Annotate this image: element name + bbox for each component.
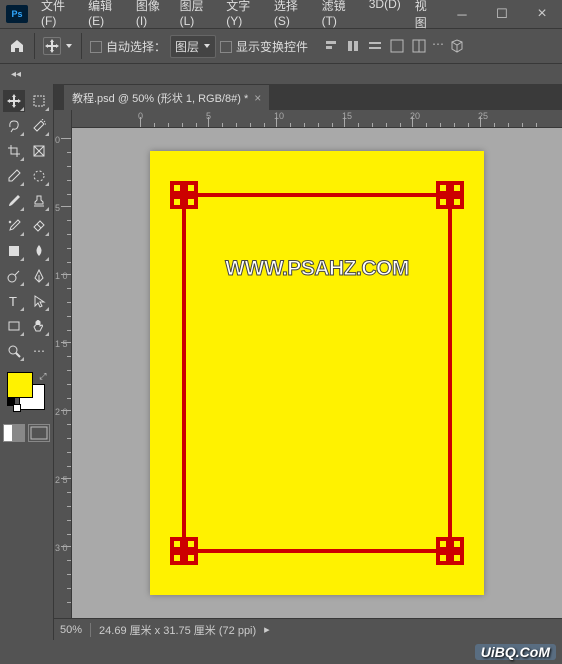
blur-tool[interactable] — [28, 240, 50, 262]
status-arrow-icon[interactable]: ▸ — [264, 623, 270, 636]
edit-toolbar-icon[interactable]: ⋯ — [28, 340, 50, 362]
type-tool[interactable]: T — [3, 290, 25, 312]
maximize-button[interactable]: ☐ — [482, 0, 522, 28]
auto-select-checkbox[interactable]: 自动选择： — [90, 38, 166, 55]
standard-mode[interactable] — [3, 424, 25, 442]
status-bar: 50% 24.69 厘米 x 31.75 厘米 (72 ppi) ▸ — [54, 618, 562, 640]
menu-text[interactable]: 文字(Y) — [219, 0, 267, 37]
auto-select-label: 自动选择： — [106, 40, 166, 54]
move-tool-icon[interactable] — [43, 37, 61, 55]
align-2-icon[interactable] — [344, 37, 362, 55]
menu-filter[interactable]: 滤镜(T) — [315, 0, 362, 37]
path-select-tool[interactable] — [28, 290, 50, 312]
align-1-icon[interactable] — [322, 37, 340, 55]
window-controls: ─ ☐ × — [442, 0, 562, 28]
align-icons: ⋯ — [322, 37, 466, 55]
foreground-color[interactable] — [7, 372, 33, 398]
document: WWW.PSAHZ.COM — [150, 151, 484, 595]
menu-edit[interactable]: 编辑(E) — [81, 0, 129, 37]
show-transform-label: 显示变换控件 — [236, 40, 308, 54]
move-tool[interactable] — [3, 90, 25, 112]
history-brush-tool[interactable] — [3, 215, 25, 237]
hand-tool[interactable] — [28, 315, 50, 337]
tab-close-icon[interactable]: × — [254, 91, 261, 105]
align-3-icon[interactable] — [366, 37, 384, 55]
menu-layer[interactable]: 图层(L) — [173, 0, 220, 37]
document-wrap: 教程.psd @ 50% (形状 1, RGB/8#) * × 05101520… — [54, 84, 562, 640]
ruler-horizontal: 0510152025 — [54, 110, 562, 128]
healing-tool[interactable] — [28, 165, 50, 187]
gradient-tool[interactable] — [3, 240, 25, 262]
panel-collapse-row: ◂◂ — [0, 64, 562, 84]
magic-wand-tool[interactable] — [28, 115, 50, 137]
menu-3d[interactable]: 3D(D) — [362, 0, 408, 37]
dodge-tool[interactable] — [3, 265, 25, 287]
menu-file[interactable]: 文件(F) — [34, 0, 81, 37]
title-bar: Ps 文件(F) 编辑(E) 图像(I) 图层(L) 文字(Y) 选择(S) 滤… — [0, 0, 562, 28]
svg-text:T: T — [9, 294, 17, 308]
select-target-dropdown[interactable]: 图层 — [170, 35, 216, 58]
marquee-tool[interactable] — [28, 90, 50, 112]
eraser-tool[interactable] — [28, 215, 50, 237]
canvas-area: 051 01 52 02 53 0 — [54, 128, 562, 618]
align-5-icon[interactable] — [410, 37, 428, 55]
zoom-level[interactable]: 50% — [60, 624, 82, 636]
document-tab[interactable]: 教程.psd @ 50% (形状 1, RGB/8#) * × — [64, 84, 269, 110]
document-area: T ⋯ ⤢ 教程.psd @ 50% (形状 1, RGB/8#) * × — [0, 84, 562, 640]
collapse-left-icon[interactable]: ◂◂ — [4, 64, 28, 84]
zoom-tool[interactable] — [3, 340, 25, 362]
show-transform-checkbox[interactable]: 显示变换控件 — [220, 38, 308, 55]
select-target-label: 图层 — [175, 38, 199, 55]
swap-colors-icon[interactable]: ⤢ — [39, 371, 46, 382]
ruler-vertical: 051 01 52 02 53 0 — [54, 128, 72, 618]
eyedropper-tool[interactable] — [3, 165, 25, 187]
screen-mode[interactable] — [28, 424, 50, 442]
chevron-down-icon — [203, 42, 211, 50]
ruler-v-scale: 051 01 52 02 53 0 — [54, 128, 71, 618]
home-icon[interactable] — [8, 37, 26, 55]
menu-select[interactable]: 选择(S) — [267, 0, 315, 37]
toolbar: T ⋯ ⤢ — [0, 84, 54, 640]
app-logo: Ps — [6, 5, 28, 23]
ruler-corner — [54, 110, 72, 128]
menu-bar: 文件(F) 编辑(E) 图像(I) 图层(L) 文字(Y) 选择(S) 滤镜(T… — [34, 0, 442, 37]
pen-tool[interactable] — [28, 265, 50, 287]
dropdown-icon[interactable] — [65, 42, 73, 50]
document-text: WWW.PSAHZ.COM — [150, 257, 484, 281]
color-swatches[interactable]: ⤢ — [7, 372, 47, 412]
lasso-tool[interactable] — [3, 115, 25, 137]
canvas[interactable]: WWW.PSAHZ.COM — [72, 128, 562, 618]
frame-tool[interactable] — [28, 140, 50, 162]
shape-tool[interactable] — [3, 315, 25, 337]
border-shape — [150, 151, 484, 595]
mode-3d-icon[interactable] — [448, 37, 466, 55]
ruler-h-scale: 0510152025 — [72, 110, 562, 127]
watermark: UiBQ.CoM — [475, 644, 556, 660]
tab-bar: 教程.psd @ 50% (形状 1, RGB/8#) * × — [54, 84, 562, 110]
quick-mask-row — [3, 424, 50, 442]
doc-info: 24.69 厘米 x 31.75 厘米 (72 ppi) — [99, 622, 256, 638]
menu-image[interactable]: 图像(I) — [129, 0, 173, 37]
stamp-tool[interactable] — [28, 190, 50, 212]
crop-tool[interactable] — [3, 140, 25, 162]
align-4-icon[interactable] — [388, 37, 406, 55]
brush-tool[interactable] — [3, 190, 25, 212]
menu-view[interactable]: 视图 — [408, 0, 442, 37]
minimize-button[interactable]: ─ — [442, 0, 482, 28]
tab-title: 教程.psd @ 50% (形状 1, RGB/8#) * — [72, 90, 248, 106]
close-button[interactable]: × — [522, 0, 562, 28]
